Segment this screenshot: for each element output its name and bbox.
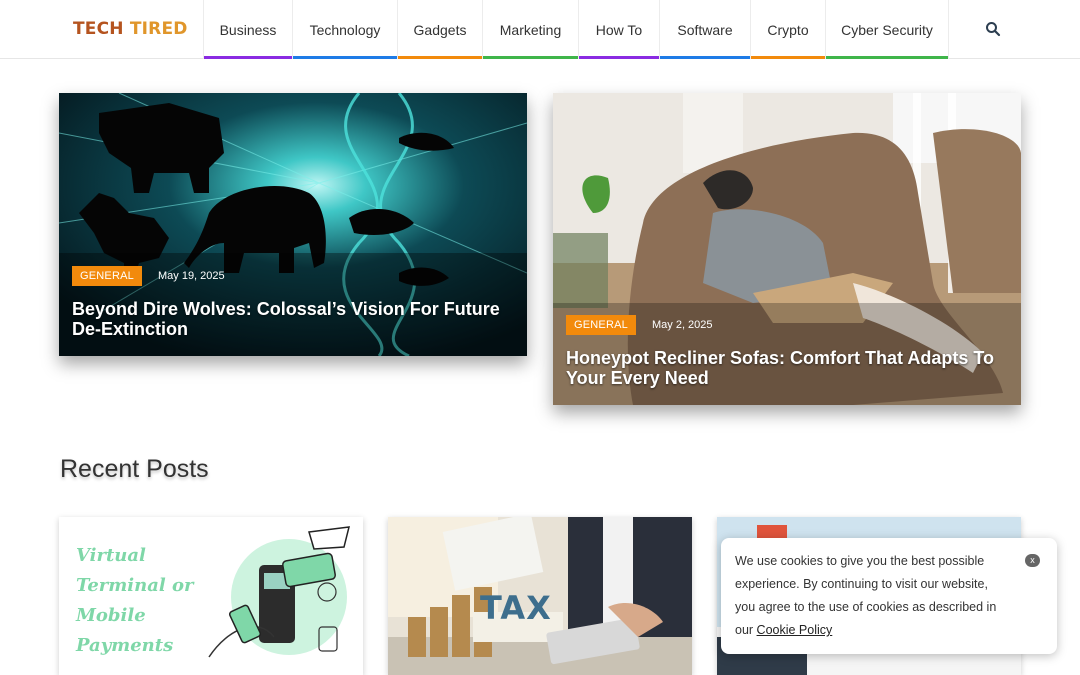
nav-underline: [204, 56, 292, 59]
category-badge[interactable]: GENERAL: [566, 315, 636, 335]
post-date: May 2, 2025: [651, 319, 713, 331]
nav-label: Business: [219, 21, 277, 38]
nav-underline: [398, 56, 482, 59]
recent-posts-heading: Recent Posts: [60, 455, 209, 483]
nav-item-software[interactable]: Software: [659, 0, 750, 59]
nav-label: Marketing: [499, 21, 562, 38]
nav-item-crypto[interactable]: Crypto: [750, 0, 825, 59]
nav-underline: [483, 56, 578, 59]
image-text-line: Terminal or: [76, 575, 194, 596]
post-image-text: Virtual Terminal or Mobile Payments: [76, 541, 194, 661]
featured-post-title[interactable]: Honeypot Recliner Sofas: Comfort That Ad…: [566, 348, 1011, 388]
nav-underline: [660, 56, 750, 59]
nav-label: Crypto: [767, 21, 809, 38]
featured-post-card[interactable]: GENERAL May 19, 2025 Beyond Dire Wolves:…: [59, 93, 527, 356]
featured-post-card[interactable]: GENERAL May 2, 2025 Honeypot Recliner So…: [553, 93, 1021, 405]
nav-label: Technology: [309, 21, 381, 38]
nav-item-gadgets[interactable]: Gadgets: [397, 0, 482, 59]
site-header: TECH TIRED Business Technology Gadgets M…: [0, 0, 1080, 59]
recent-post-card[interactable]: Virtual Terminal or Mobile Payments: [59, 517, 363, 675]
nav-underline: [579, 56, 659, 59]
nav-underline: [293, 56, 397, 59]
nav-item-marketing[interactable]: Marketing: [482, 0, 578, 59]
category-badge[interactable]: GENERAL: [72, 266, 142, 286]
post-date: May 19, 2025: [157, 270, 225, 282]
nav-item-business[interactable]: Business: [203, 0, 292, 59]
search-icon[interactable]: [985, 21, 1001, 37]
nav-item-cyber-security[interactable]: Cyber Security: [825, 0, 949, 59]
nav-label: Cyber Security: [841, 21, 933, 38]
main-nav: Business Technology Gadgets Marketing Ho…: [203, 0, 949, 59]
recent-post-card[interactable]: TAX: [388, 517, 692, 675]
close-icon[interactable]: x: [1025, 554, 1040, 567]
featured-post-meta: GENERAL May 2, 2025: [566, 315, 713, 335]
cookie-policy-link[interactable]: Cookie Policy: [757, 623, 833, 637]
image-text-line: Virtual: [76, 545, 146, 566]
nav-underline: [826, 56, 948, 59]
logo-part-tech: TECH: [73, 19, 124, 39]
nav-label: Software: [677, 21, 733, 38]
post-image-text: TAX: [480, 589, 552, 627]
site-logo[interactable]: TECH TIRED: [73, 19, 188, 39]
nav-underline: [751, 56, 825, 59]
nav-label: How To: [595, 21, 643, 38]
image-text-line: Payments: [76, 635, 174, 656]
featured-post-title[interactable]: Beyond Dire Wolves: Colossal’s Vision Fo…: [72, 299, 512, 339]
nav-item-how-to[interactable]: How To: [578, 0, 659, 59]
featured-post-meta: GENERAL May 19, 2025: [72, 266, 225, 286]
image-text-line: Mobile: [76, 605, 146, 626]
logo-part-tired: TIRED: [129, 19, 188, 39]
nav-label: Gadgets: [413, 21, 467, 38]
nav-item-technology[interactable]: Technology: [292, 0, 397, 59]
cookie-consent-popup: We use cookies to give you the best poss…: [721, 538, 1057, 654]
cookie-message: We use cookies to give you the best poss…: [735, 550, 1005, 642]
